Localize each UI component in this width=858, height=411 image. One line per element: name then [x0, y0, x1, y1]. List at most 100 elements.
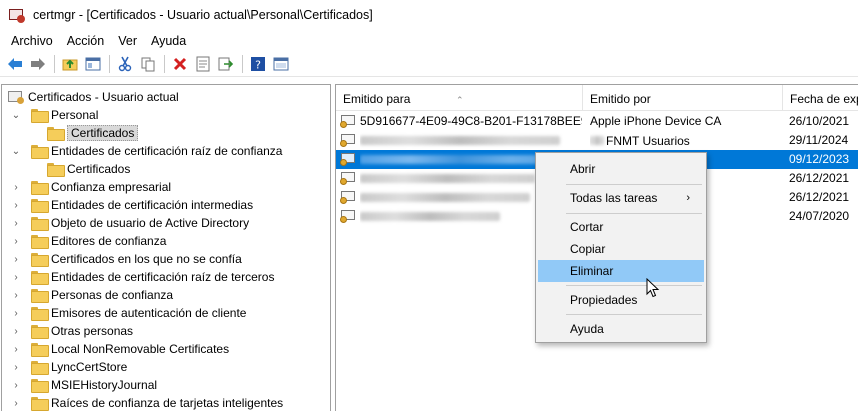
chevron-right-icon[interactable]: ›: [11, 362, 21, 373]
chevron-right-icon[interactable]: ›: [11, 398, 21, 409]
tree-item-label: Personal: [51, 108, 99, 122]
copy-icon[interactable]: [137, 54, 158, 74]
delete-icon[interactable]: [169, 54, 190, 74]
menu-separator: [566, 213, 702, 214]
context-item-open[interactable]: Abrir: [538, 158, 704, 180]
svg-text:?: ?: [255, 59, 261, 72]
tree-root-label: Certificados - Usuario actual: [28, 90, 179, 104]
tree-item-personal[interactable]: ⌄ Personal: [11, 106, 98, 124]
help-icon[interactable]: ?: [247, 54, 268, 74]
toolbar-separator: [54, 55, 55, 73]
chevron-right-icon[interactable]: ›: [11, 200, 21, 211]
table-row[interactable]: FNMT Usuarios 29/11/2024: [336, 131, 858, 150]
folder-icon: [31, 271, 49, 285]
export-list-icon[interactable]: [215, 54, 236, 74]
tree-item-root-ca[interactable]: ⌄ Entidades de certificación raíz de con…: [11, 142, 282, 160]
tree-item[interactable]: › Entidades de certificación intermedias: [11, 196, 253, 214]
column-header-expiry[interactable]: Fecha de exp: [783, 85, 858, 111]
folder-icon: [31, 397, 49, 411]
sort-up-icon: ⌃: [456, 95, 464, 105]
tree-item-label: Confianza empresarial: [51, 180, 172, 194]
chevron-right-icon[interactable]: ›: [11, 326, 21, 337]
cell-issued-to-redacted: [360, 131, 582, 150]
tree-item[interactable]: › Otras personas: [11, 322, 133, 340]
tree-item[interactable]: › Local NonRemovable Certificates: [11, 340, 229, 358]
column-header-issued-to[interactable]: Emitido para ⌃: [336, 85, 583, 111]
back-arrow-icon[interactable]: [4, 54, 25, 74]
folder-icon: [31, 379, 49, 393]
chevron-down-icon[interactable]: ⌄: [11, 146, 21, 157]
chevron-right-icon[interactable]: ›: [11, 218, 21, 229]
context-item-properties[interactable]: Propiedades: [538, 289, 704, 311]
certificate-icon: [340, 209, 357, 224]
tree-item[interactable]: › Editores de confianza: [11, 232, 166, 250]
tree-item[interactable]: › Personas de confianza: [11, 286, 173, 304]
cell-issued-to: 5D916677-4E09-49C8-B201-F13178BEE983: [360, 114, 582, 128]
cell-issued-by: er: [696, 207, 780, 226]
cell-expiry: 26/12/2021: [789, 190, 850, 204]
list-header: Emitido para ⌃ Emitido por Fecha de exp: [336, 85, 858, 111]
chevron-right-icon[interactable]: ›: [11, 182, 21, 193]
chevron-right-icon[interactable]: ›: [11, 344, 21, 355]
column-header-label: Emitido para: [343, 92, 411, 106]
forward-arrow-icon[interactable]: [27, 54, 48, 74]
cell-expiry: 29/11/2024: [789, 133, 849, 147]
tree-root[interactable]: Certificados - Usuario actual: [8, 88, 179, 106]
tree-item-label: LyncCertStore: [51, 360, 128, 374]
tree-item[interactable]: › Emisores de autenticación de cliente: [11, 304, 246, 322]
tree-item[interactable]: › Certificados en los que no se confía: [11, 250, 242, 268]
context-item-copy[interactable]: Copiar: [538, 238, 704, 260]
context-item-delete[interactable]: Eliminar: [538, 260, 704, 282]
cell-expiry: 26/10/2021: [789, 114, 850, 128]
properties-icon[interactable]: [192, 54, 213, 74]
folder-icon: [31, 145, 49, 159]
context-item-cut[interactable]: Cortar: [538, 216, 704, 238]
menu-accion[interactable]: Acción: [60, 31, 112, 51]
folder-icon: [47, 163, 65, 177]
tree-item-label: MSIEHistoryJournal: [51, 378, 158, 392]
tree-item-label: Objeto de usuario de Active Directory: [51, 216, 250, 230]
cell-expiry: 24/07/2020: [789, 209, 850, 223]
title-bar: certmgr - [Certificados - Usuario actual…: [0, 0, 858, 30]
folder-icon: [31, 343, 49, 357]
menu-ver[interactable]: Ver: [111, 31, 144, 51]
chevron-right-icon[interactable]: ›: [11, 254, 21, 265]
tree-item-root-ca-certificados[interactable]: Certificados: [47, 160, 130, 178]
menu-ayuda[interactable]: Ayuda: [144, 31, 193, 51]
tree-item[interactable]: › Confianza empresarial: [11, 178, 171, 196]
tree-item-personal-certificados[interactable]: Certificados: [47, 124, 139, 142]
tree-item[interactable]: › Objeto de usuario de Active Directory: [11, 214, 249, 232]
certificate-icon: [340, 114, 357, 129]
menu-archivo[interactable]: Archivo: [4, 31, 60, 51]
chevron-right-icon[interactable]: ›: [11, 272, 21, 283]
context-item-help[interactable]: Ayuda: [538, 318, 704, 340]
chevron-right-icon[interactable]: ›: [11, 380, 21, 391]
context-item-all-tasks[interactable]: Todas las tareas ›: [538, 187, 704, 209]
folder-icon: [31, 217, 49, 231]
tree-item[interactable]: › MSIEHistoryJournal: [11, 376, 157, 394]
up-folder-icon[interactable]: [59, 54, 80, 74]
table-row[interactable]: 5D916677-4E09-49C8-B201-F13178BEE983 App…: [336, 112, 858, 131]
chevron-right-icon[interactable]: ›: [11, 290, 21, 301]
tree-item-label: Entidades de certificación raíz de confi…: [51, 144, 283, 158]
folder-icon: [31, 289, 49, 303]
cell-expiry: 09/12/2023: [789, 152, 850, 166]
chevron-right-icon[interactable]: ›: [11, 236, 21, 247]
tree-item[interactable]: › Raíces de confianza de tarjetas intelig…: [11, 394, 283, 411]
cell-issued-by-text: FNMT Usuarios: [606, 134, 690, 148]
chevron-down-icon[interactable]: ⌄: [11, 110, 21, 121]
certificates-root-icon: [8, 90, 24, 104]
folder-icon: [31, 181, 49, 195]
cut-icon[interactable]: [114, 54, 135, 74]
chevron-right-icon[interactable]: ›: [11, 308, 21, 319]
folder-icon: [31, 109, 49, 123]
tree-item[interactable]: › Entidades de certificación raíz de terc…: [11, 268, 274, 286]
tree-item[interactable]: › LyncCertStore: [11, 358, 127, 376]
show-hide-tree-icon[interactable]: [82, 54, 103, 74]
column-header-issued-by[interactable]: Emitido por: [583, 85, 783, 111]
menu-separator: [566, 184, 702, 185]
certificate-icon: [340, 171, 357, 186]
tree-item-label: Emisores de autenticación de cliente: [51, 306, 247, 320]
tree-pane[interactable]: Certificados - Usuario actual ⌄ Personal…: [1, 84, 331, 411]
console-view-icon[interactable]: [270, 54, 291, 74]
